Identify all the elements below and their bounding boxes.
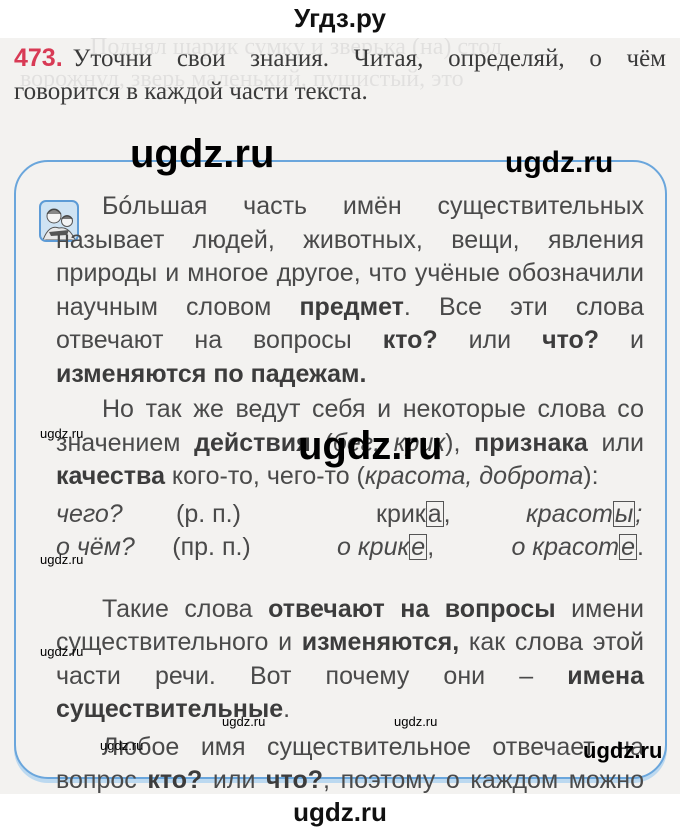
- rule-text: Бóльшая часть имён существительных назыв…: [56, 190, 644, 794]
- text: .: [283, 695, 291, 723]
- footer-site-name: ugdz.ru: [293, 797, 387, 827]
- textbook-page: Поднял шарик сумку и зверька (на) стол в…: [0, 38, 680, 794]
- word-stem: о красот: [511, 533, 620, 561]
- bold-term: кто?: [382, 326, 438, 354]
- rule-box: Бóльшая часть имён существительных назыв…: [14, 160, 667, 794]
- text: или: [202, 766, 267, 794]
- bold-term: что?: [266, 766, 324, 794]
- bold-term: кто?: [147, 766, 203, 794]
- example-word: о красоте.: [511, 531, 644, 565]
- word-stem: крик: [376, 499, 426, 528]
- task-statement: 473. Уточни свои знания. Читая, определяй…: [14, 42, 666, 108]
- punct: .: [637, 533, 644, 561]
- watermark: ugdz.ru: [100, 738, 144, 753]
- site-title: Угдз.ру: [294, 3, 386, 33]
- bold-term: действия: [194, 428, 311, 457]
- site-header: Угдз.ру: [0, 0, 680, 38]
- site-footer: ugdz.ru: [0, 794, 680, 832]
- example-word: о крике,: [337, 531, 511, 565]
- example-word: крика,: [376, 498, 526, 532]
- punct: ,: [443, 499, 451, 528]
- word-stem: о крик: [337, 533, 410, 561]
- paragraph-1: Бóльшая часть имён существительных назыв…: [56, 190, 644, 391]
- watermark: ugdz.ru: [40, 426, 84, 441]
- text: или: [437, 326, 543, 354]
- bold-term: качества: [56, 462, 165, 490]
- watermark: ugdz.ru: [222, 714, 266, 729]
- bold-term: изменяются,: [301, 628, 460, 656]
- punct: ;: [635, 499, 643, 528]
- word-ending: ы: [612, 499, 636, 528]
- watermark: ugdz.ru: [583, 738, 663, 763]
- word-ending: е: [619, 533, 638, 561]
- bold-term: изменяются по падежам.: [56, 359, 367, 388]
- watermark: ugdz.ru: [505, 146, 614, 179]
- paragraph-4: Любое имя существительное отвечает на во…: [56, 731, 644, 795]
- bold-term: предмет: [299, 292, 404, 321]
- watermark: ugdz.ru: [40, 552, 84, 567]
- task-text: Уточни свои знания. Читая, определяй, о …: [14, 45, 666, 105]
- case-question: чего?: [56, 499, 123, 528]
- text: ),: [445, 428, 461, 457]
- example-row: о чём? (пр. п.) о крике, о красоте.: [56, 531, 644, 565]
- watermark: ugdz.ru: [394, 714, 438, 729]
- text: Такие слова: [102, 594, 269, 623]
- watermark: ugdz.ru: [40, 644, 84, 659]
- text: или: [587, 428, 644, 457]
- paragraph-3: Такие слова отвечают на вопросы имени су…: [56, 593, 644, 727]
- bold-term: отвечают на вопросы: [268, 594, 556, 623]
- case-label: (пр. п.): [172, 533, 251, 561]
- word-ending: а: [425, 499, 444, 528]
- punct: ,: [427, 533, 435, 561]
- text: ):: [583, 462, 599, 490]
- text: и: [599, 326, 644, 354]
- task-number: 473.: [14, 44, 63, 72]
- example-row: чего? (р. п.) крика, красоты;: [56, 498, 644, 532]
- watermark: ugdz.ru: [130, 132, 275, 176]
- bold-term: признака: [474, 428, 588, 457]
- watermark: ugdz.ru: [298, 424, 443, 468]
- bold-term: что?: [542, 326, 600, 354]
- word-stem: красот: [526, 499, 613, 528]
- word-ending: е: [409, 533, 428, 561]
- case-label: (р. п.): [176, 499, 241, 528]
- example-word: красоты;: [526, 498, 642, 532]
